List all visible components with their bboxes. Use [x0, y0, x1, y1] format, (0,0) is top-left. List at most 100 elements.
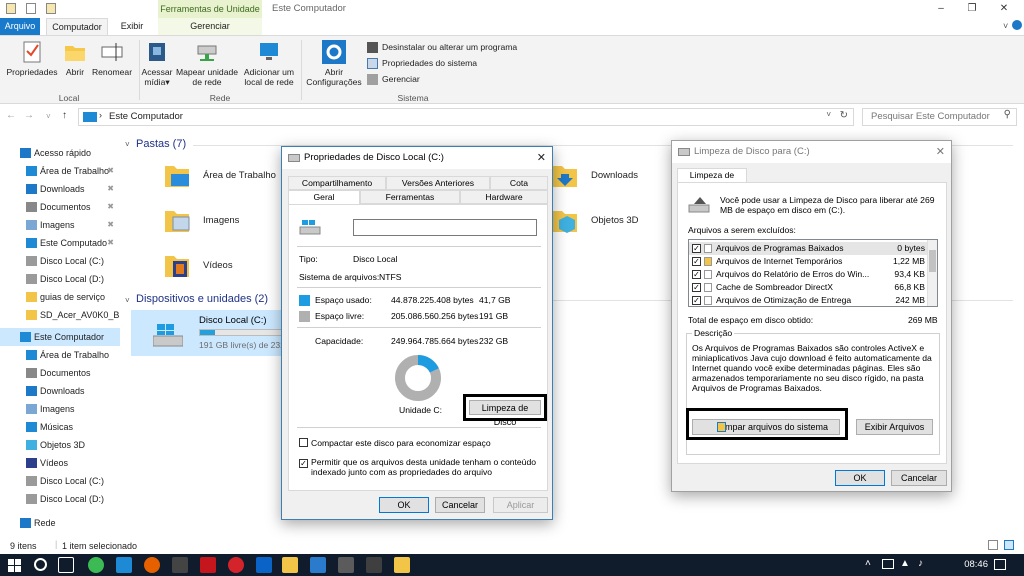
tab-ferramentas[interactable]: Ferramentas [360, 190, 460, 204]
sidebar-item[interactable]: Área de Trabalho ✖ [0, 162, 120, 180]
breadcrumb-chevron-icon[interactable]: › [99, 110, 102, 120]
list-item[interactable]: ✓ Arquivos de Internet Temporários 1,22 MB [689, 255, 927, 268]
cancel-button[interactable]: Cancelar [891, 470, 947, 486]
tab-versoes-anteriores[interactable]: Versões Anteriores [386, 176, 490, 190]
tab-hardware[interactable]: Hardware [460, 190, 548, 204]
sidebar-item[interactable]: Disco Local (C:) [0, 472, 120, 490]
tab-exibir[interactable]: Exibir [112, 18, 152, 35]
sidebar-item[interactable]: Objetos 3D [0, 436, 120, 454]
file-explorer-icon[interactable] [282, 557, 298, 573]
breadcrumb[interactable]: Este Computador [109, 109, 183, 125]
search-icon[interactable]: ⚲ [1004, 109, 1011, 120]
sidebar-item[interactable]: Disco Local (D:) [0, 270, 120, 288]
list-item[interactable]: ✓ Cache de Sombreador DirectX 66,8 KB [689, 281, 927, 294]
dialog-title-bar[interactable]: Limpeza de Disco para (C:) ✕ [672, 141, 951, 163]
search-input[interactable]: Pesquisar Este Computador ⚲ [862, 108, 1017, 126]
tray-up-icon[interactable]: ˄ [865, 558, 871, 569]
file-explorer-icon[interactable] [394, 557, 410, 573]
drive-name-field[interactable] [353, 219, 537, 236]
large-icons-view-icon[interactable] [1004, 540, 1014, 550]
open-settings-button[interactable]: Abrir Configurações [304, 40, 364, 87]
pin-icon[interactable]: ✖ [107, 216, 114, 234]
sidebar-item[interactable]: Disco Local (C:) [0, 252, 120, 270]
pin-icon[interactable]: ✖ [107, 198, 114, 216]
outlook-icon[interactable] [256, 557, 272, 573]
sidebar-item[interactable]: Disco Local (D:) [0, 490, 120, 508]
item-checkbox[interactable]: ✓ [692, 257, 701, 266]
list-item[interactable]: ✓ Arquivos de Programas Baixados 0 bytes [689, 242, 927, 255]
map-drive-button[interactable]: Mapear unidade de rede [175, 40, 239, 87]
drives-header[interactable]: Dispositivos e unidades (2) [136, 293, 268, 305]
view-files-button[interactable]: Exibir Arquivos [856, 419, 933, 435]
sidebar-item[interactable]: Downloads ✖ [0, 180, 120, 198]
item-checkbox[interactable]: ✓ [692, 270, 701, 279]
sidebar-item[interactable]: Vídeos [0, 454, 120, 472]
rename-button[interactable]: Renomear [90, 40, 134, 77]
search-icon[interactable] [34, 558, 47, 571]
pdf-reader-icon[interactable] [200, 557, 216, 573]
add-network-location-button[interactable]: Adicionar um local de rede [240, 40, 298, 87]
sidebar-item[interactable]: Documentos [0, 364, 120, 382]
ok-button[interactable]: OK [835, 470, 885, 486]
folder-icon[interactable] [6, 3, 16, 14]
recent-locations-icon[interactable]: ˅ [46, 112, 51, 121]
edge-icon[interactable] [116, 557, 132, 573]
forward-icon[interactable]: → [24, 110, 34, 121]
close-icon[interactable]: ✕ [537, 147, 546, 169]
address-bar[interactable]: › Este Computador ˅ ↻ [78, 108, 854, 126]
ok-button[interactable]: OK [379, 497, 429, 513]
item-checkbox[interactable]: ✓ [692, 296, 701, 305]
sidebar-item[interactable]: Área de Trabalho [0, 346, 120, 364]
drive-c-tile[interactable]: Disco Local (C:) 191 GB livre(s) de 232 [131, 310, 283, 356]
app-icon[interactable] [310, 557, 326, 573]
sidebar-item[interactable]: guias de serviço [0, 288, 120, 306]
app-icon[interactable] [366, 557, 382, 573]
pin-icon[interactable]: ✖ [107, 162, 114, 180]
sidebar-item[interactable]: Imagens [0, 400, 120, 418]
apply-button[interactable]: Aplicar [493, 497, 548, 513]
pin-icon[interactable]: ✖ [107, 180, 114, 198]
compress-checkbox[interactable] [299, 438, 308, 447]
help-icon[interactable] [1012, 20, 1022, 30]
manage-command[interactable]: Gerenciar [367, 73, 420, 86]
sidebar-item[interactable]: Documentos ✖ [0, 198, 120, 216]
ribbon-collapse-icon[interactable]: ˅ [1003, 21, 1008, 31]
folder-3d-objects[interactable]: Objetos 3D [551, 205, 681, 245]
network-icon[interactable]: ▲ [900, 558, 910, 569]
minimize-button[interactable]: – [925, 0, 957, 18]
close-icon[interactable]: ✕ [936, 141, 945, 163]
sidebar-item[interactable]: SD_Acer_AV0K0_B1- [0, 306, 120, 324]
scrollbar-thumb[interactable] [929, 250, 936, 272]
tab-cota[interactable]: Cota [490, 176, 548, 190]
scrollbar[interactable] [927, 240, 937, 306]
cancel-button[interactable]: Cancelar [435, 497, 485, 513]
folder-desktop[interactable]: Área de Trabalho [163, 160, 293, 200]
folder-downloads[interactable]: Downloads [551, 160, 681, 200]
folders-header[interactable]: Pastas (7) [136, 138, 186, 150]
pin-icon[interactable]: ✖ [107, 234, 114, 252]
item-checkbox[interactable]: ✓ [692, 244, 701, 253]
firefox-icon[interactable] [144, 557, 160, 573]
tab-geral[interactable]: Geral [288, 190, 360, 205]
uninstall-program-command[interactable]: Desinstalar ou alterar um programa [367, 41, 517, 54]
open-button[interactable]: Abrir [60, 40, 90, 77]
tab-arquivo[interactable]: Arquivo [0, 18, 40, 35]
tab-compartilhamento[interactable]: Compartilhamento [288, 176, 386, 190]
clock[interactable]: 08:46 [964, 554, 988, 576]
close-button[interactable]: ✕ [988, 0, 1020, 18]
sidebar-item[interactable]: Este Computado ✖ [0, 234, 120, 252]
sidebar-item[interactable]: Downloads [0, 382, 120, 400]
tab-gerenciar[interactable]: Gerenciar [158, 18, 262, 35]
app-icon[interactable] [172, 557, 188, 573]
volume-icon[interactable]: ♪ [918, 558, 923, 569]
files-list[interactable]: ✓ Arquivos de Programas Baixados 0 bytes ✓ A… [688, 239, 938, 307]
collapse-chevron-icon[interactable]: ˅ [125, 296, 130, 305]
tab-disk-cleanup[interactable]: Limpeza de Disco [677, 168, 747, 193]
system-properties-command[interactable]: Propriedades do sistema [367, 57, 477, 70]
sidebar-item[interactable]: Este Computador [0, 328, 120, 346]
properties-icon[interactable] [26, 3, 36, 14]
sidebar-item[interactable]: Acesso rápido [0, 144, 120, 162]
folder-videos[interactable]: Vídeos [163, 250, 293, 290]
battery-icon[interactable] [882, 559, 894, 569]
chrome-icon[interactable] [88, 557, 104, 573]
